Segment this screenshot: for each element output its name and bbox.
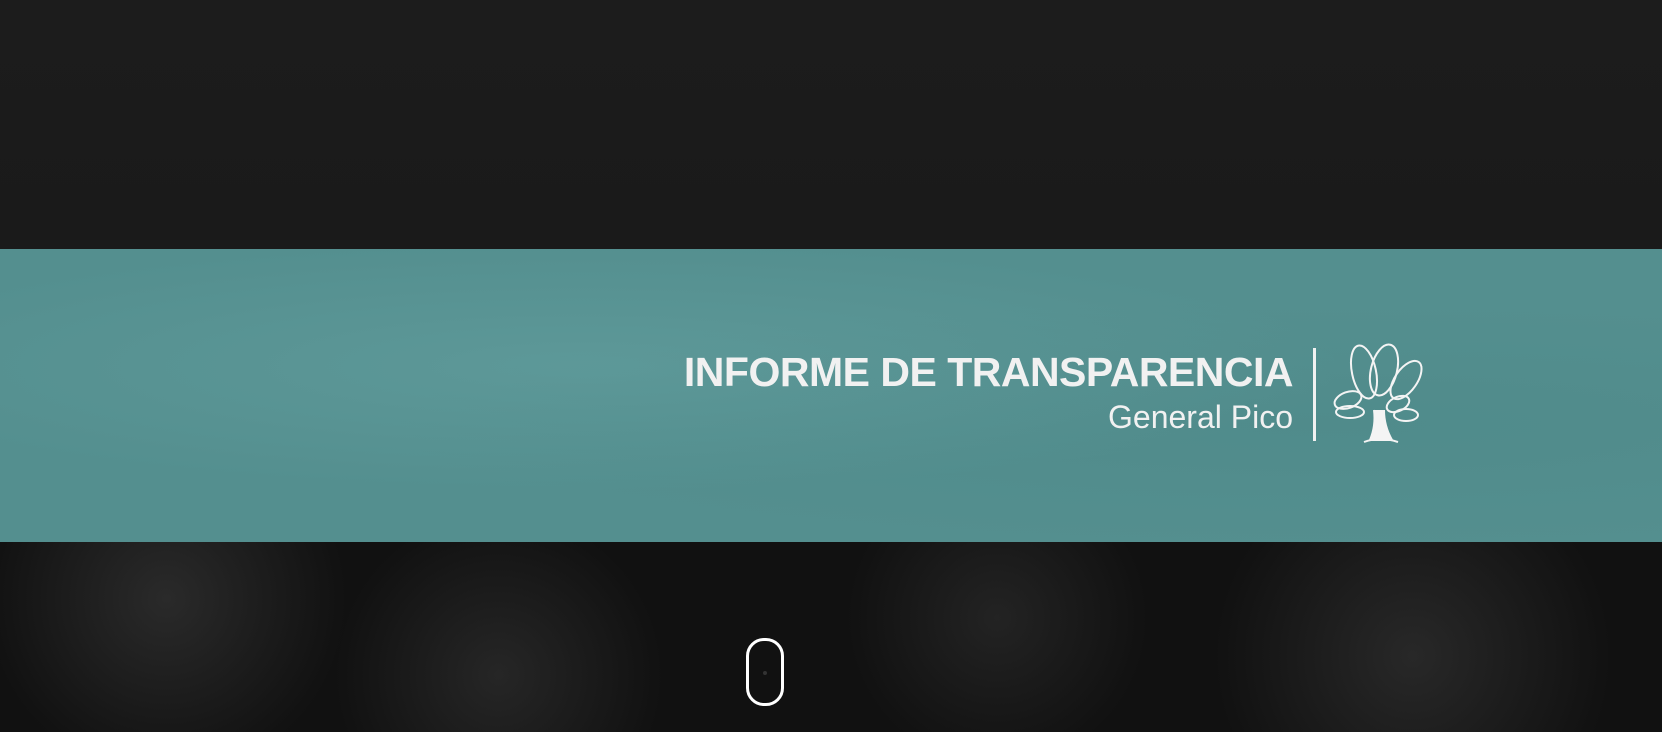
mouse-wheel-dot xyxy=(763,671,767,675)
page-subtitle: General Pico xyxy=(1108,399,1293,435)
hero-background-bottom xyxy=(0,542,1662,732)
tree-icon xyxy=(1333,343,1423,443)
page-title: INFORME DE TRANSPARENCIA xyxy=(683,349,1294,395)
hero-background-top xyxy=(0,0,1662,249)
mouse-scroll-icon[interactable] xyxy=(746,638,784,706)
brand-divider xyxy=(1313,348,1316,441)
site-brand[interactable]: INFORME DE TRANSPARENCIA General Pico xyxy=(683,349,1294,436)
